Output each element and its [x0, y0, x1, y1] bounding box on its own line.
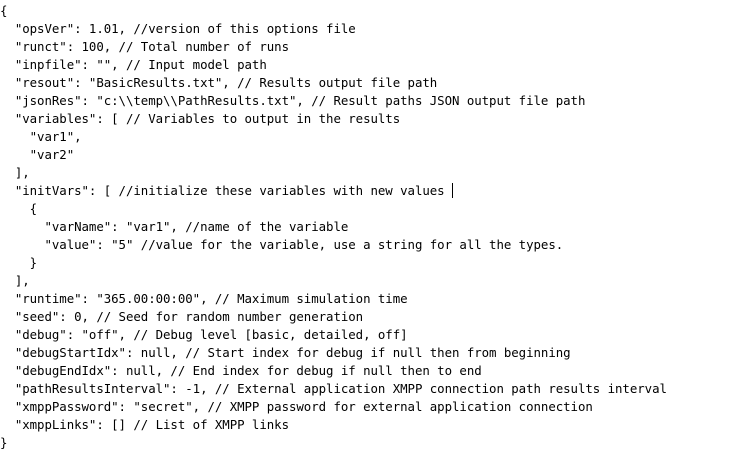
code-line: "variables": [ // Variables to output in… — [0, 110, 735, 128]
code-line-active: "initVars": [ //initialize these variabl… — [0, 182, 735, 200]
code-line-text: "xmppLinks": [] // List of XMPP links — [0, 417, 289, 432]
code-line-text: "xmppPassword": "secret", // XMPP passwo… — [0, 399, 593, 414]
code-line-text: "pathResultsInterval": -1, // External a… — [0, 381, 667, 396]
code-line-text: "initVars": [ //initialize these variabl… — [0, 183, 445, 198]
code-line: "xmppLinks": [] // List of XMPP links — [0, 416, 735, 434]
code-line: "runtime": "365.00:00:00", // Maximum si… — [0, 290, 735, 308]
code-line: "resout": "BasicResults.txt", // Results… — [0, 74, 735, 92]
code-line: "value": "5" //value for the variable, u… — [0, 236, 735, 254]
code-line-text: } — [0, 255, 38, 270]
code-line-text: "varName": "var1", //name of the variabl… — [0, 219, 349, 234]
code-line-text: { — [0, 3, 8, 18]
code-line-text: ], — [0, 273, 30, 288]
code-line: } — [0, 254, 735, 272]
code-line-text: "opsVer": 1.01, //version of this option… — [0, 21, 356, 36]
code-line: "runct": 100, // Total number of runs — [0, 38, 735, 56]
code-line-text: "value": "5" //value for the variable, u… — [0, 237, 564, 252]
code-line-text: "var2" — [0, 147, 75, 162]
code-line-text: "debugEndIdx": null, // End index for de… — [0, 363, 482, 378]
code-line-text: "inpfile": "", // Input model path — [0, 57, 267, 72]
text-cursor — [451, 183, 453, 198]
code-line-text: "resout": "BasicResults.txt", // Results… — [0, 75, 438, 90]
code-line-text: "runtime": "365.00:00:00", // Maximum si… — [0, 291, 408, 306]
code-line: "debugStartIdx": null, // Start index fo… — [0, 344, 735, 362]
code-line: "debug": "off", // Debug level [basic, d… — [0, 326, 735, 344]
code-line: ], — [0, 272, 735, 290]
code-line-text: "runct": 100, // Total number of runs — [0, 39, 289, 54]
code-line: { — [0, 200, 735, 218]
code-editor[interactable]: { "opsVer": 1.01, //version of this opti… — [0, 0, 735, 462]
code-line: "var1", — [0, 128, 735, 146]
code-line-text: { — [0, 201, 38, 216]
code-line-text: "debug": "off", // Debug level [basic, d… — [0, 327, 408, 342]
code-line: "jsonRes": "c:\\temp\\PathResults.txt", … — [0, 92, 735, 110]
code-line: "inpfile": "", // Input model path — [0, 56, 735, 74]
code-line: "debugEndIdx": null, // End index for de… — [0, 362, 735, 380]
code-line: "seed": 0, // Seed for random number gen… — [0, 308, 735, 326]
code-line: ], — [0, 164, 735, 182]
code-line: { — [0, 2, 735, 20]
code-line: "var2" — [0, 146, 735, 164]
code-line: "xmppPassword": "secret", // XMPP passwo… — [0, 398, 735, 416]
code-line-text: "variables": [ // Variables to output in… — [0, 111, 401, 126]
code-line: } — [0, 434, 735, 452]
code-line: "pathResultsInterval": -1, // External a… — [0, 380, 735, 398]
code-line-text: "jsonRes": "c:\\temp\\PathResults.txt", … — [0, 93, 586, 108]
code-line-text: "debugStartIdx": null, // Start index fo… — [0, 345, 571, 360]
code-line-text: "var1", — [0, 129, 82, 144]
code-line-text: "seed": 0, // Seed for random number gen… — [0, 309, 364, 324]
code-line: "opsVer": 1.01, //version of this option… — [0, 20, 735, 38]
code-line-text: } — [0, 435, 8, 450]
code-line-text: ], — [0, 165, 30, 180]
code-line: "varName": "var1", //name of the variabl… — [0, 218, 735, 236]
